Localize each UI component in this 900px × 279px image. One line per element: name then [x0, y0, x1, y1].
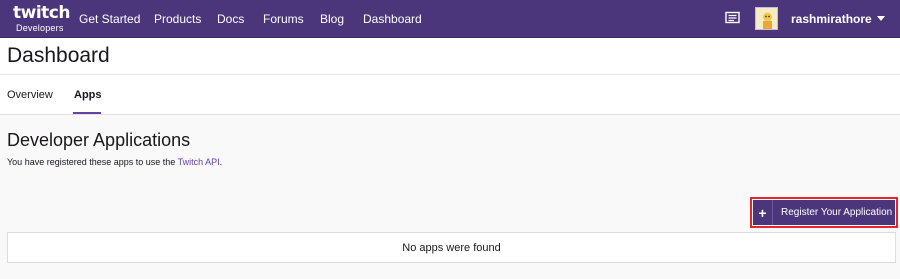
empty-apps-message: No apps were found [7, 232, 896, 263]
section-title: Developer Applications [7, 130, 191, 150]
section-description: You have registered these apps to use th… [7, 157, 222, 167]
active-tab-indicator [73, 112, 101, 114]
plus-icon: + [753, 200, 773, 225]
nav-link-get-started[interactable]: Get Started [79, 12, 140, 26]
messages-icon[interactable] [725, 11, 740, 26]
top-nav: twitch Developers Get Started Products D… [0, 0, 900, 38]
nav-link-blog[interactable]: Blog [320, 12, 344, 26]
twitch-api-link[interactable]: Twitch API [178, 157, 220, 167]
chevron-down-icon[interactable] [877, 16, 885, 21]
nav-link-dashboard[interactable]: Dashboard [363, 12, 422, 26]
tab-overview[interactable]: Overview [7, 89, 53, 101]
nav-link-docs[interactable]: Docs [217, 12, 244, 26]
avatar[interactable] [755, 7, 778, 30]
register-button-label: Register Your Application [781, 207, 893, 218]
page-header: Dashboard Overview Apps [0, 38, 900, 115]
nav-link-forums[interactable]: Forums [263, 12, 304, 26]
logo-wordmark: twitch [13, 3, 70, 23]
logo-subtitle: Developers [16, 23, 64, 33]
twitch-developers-logo[interactable]: twitch Developers [10, 4, 70, 34]
description-suffix: . [219, 157, 223, 167]
nav-link-products[interactable]: Products [154, 12, 201, 26]
description-text: You have registered these apps to use th… [7, 157, 178, 167]
tab-apps[interactable]: Apps [74, 89, 102, 101]
header-divider [0, 74, 900, 75]
username[interactable]: rashmirathore [791, 12, 872, 26]
register-application-button[interactable]: + Register Your Application [753, 200, 895, 225]
page-title: Dashboard [7, 44, 110, 67]
